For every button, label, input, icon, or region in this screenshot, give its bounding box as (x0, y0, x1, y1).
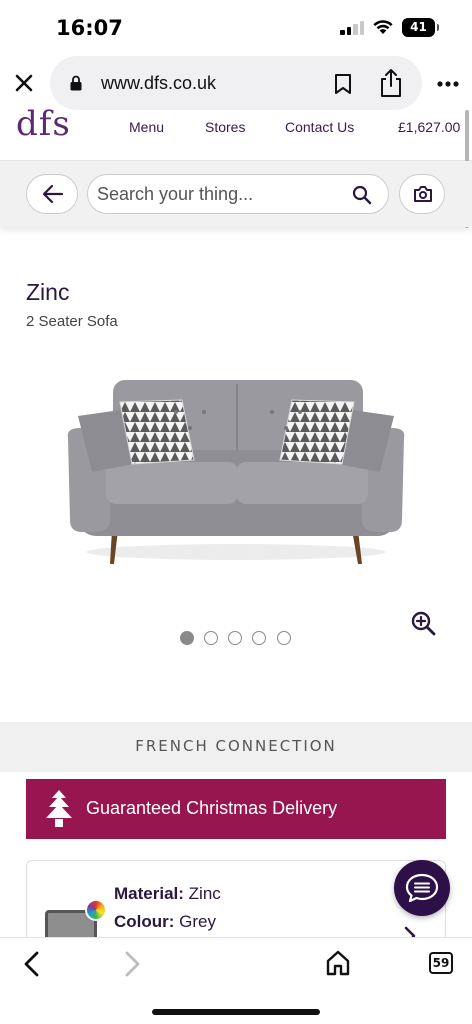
product-subtitle: 2 Seater Sofa (26, 313, 118, 330)
nav-menu-link[interactable]: Menu (129, 119, 164, 135)
brand-strip: FRENCH CONNECTION (0, 722, 472, 772)
product-title: Zinc (26, 279, 70, 305)
close-icon[interactable] (12, 71, 36, 95)
carousel-dot[interactable] (277, 631, 291, 645)
colour-wheel-icon (85, 899, 107, 921)
chat-button[interactable] (394, 860, 450, 916)
colour-label: Colour: (114, 912, 175, 931)
search-icon[interactable] (352, 185, 372, 205)
colour-line: Colour: Grey (114, 912, 216, 932)
search-box[interactable] (87, 174, 389, 214)
search-bar (0, 161, 472, 227)
browser-toolbar: 59 (0, 937, 472, 1024)
bookmark-icon[interactable] (334, 73, 352, 95)
brand-name: FRENCH CONNECTION (135, 737, 337, 755)
carousel-dot[interactable] (252, 631, 266, 645)
christmas-delivery-banner: Guaranteed Christmas Delivery (26, 779, 446, 839)
home-indicator (152, 1009, 320, 1015)
colour-value: Grey (179, 912, 217, 931)
dfs-logo[interactable]: dfs (16, 104, 71, 144)
carousel-dot[interactable] (180, 631, 194, 645)
material-value: Zinc (188, 884, 221, 903)
home-icon[interactable] (326, 950, 350, 976)
carousel-dot[interactable] (204, 631, 218, 645)
chat-icon (405, 873, 439, 903)
basket-total[interactable]: £1,627.00 (398, 119, 460, 135)
product-image[interactable] (60, 372, 412, 572)
delivery-text: Guaranteed Christmas Delivery (86, 798, 338, 818)
more-options-icon[interactable] (436, 80, 460, 88)
nav-stores-link[interactable]: Stores (205, 119, 245, 135)
battery-icon: 41 (402, 18, 439, 37)
arrow-left-icon (42, 184, 64, 204)
camera-icon (414, 186, 432, 202)
carousel-dot[interactable] (228, 631, 242, 645)
nav-contact-link[interactable]: Contact Us (285, 119, 354, 135)
wifi-icon (373, 20, 393, 34)
browser-back-icon[interactable] (20, 950, 44, 978)
material-line: Material: Zinc (114, 884, 221, 904)
url-text: www.dfs.co.uk (101, 73, 217, 93)
search-input[interactable] (97, 183, 347, 205)
browser-forward-icon[interactable] (120, 950, 144, 978)
tabs-button[interactable]: 59 (429, 952, 453, 974)
share-icon[interactable] (379, 68, 403, 98)
visual-search-button[interactable] (399, 174, 445, 214)
back-button[interactable] (26, 174, 78, 214)
status-bar: 16:07 41 (0, 0, 472, 52)
site-nav: dfs Menu Stores Contact Us £1,627.00 (0, 100, 472, 156)
lock-icon (70, 75, 82, 91)
material-label: Material: (114, 884, 184, 903)
status-time: 16:07 (56, 16, 123, 40)
zoom-in-icon[interactable] (410, 610, 436, 636)
christmas-tree-icon (46, 790, 72, 827)
signal-icon (340, 21, 366, 35)
